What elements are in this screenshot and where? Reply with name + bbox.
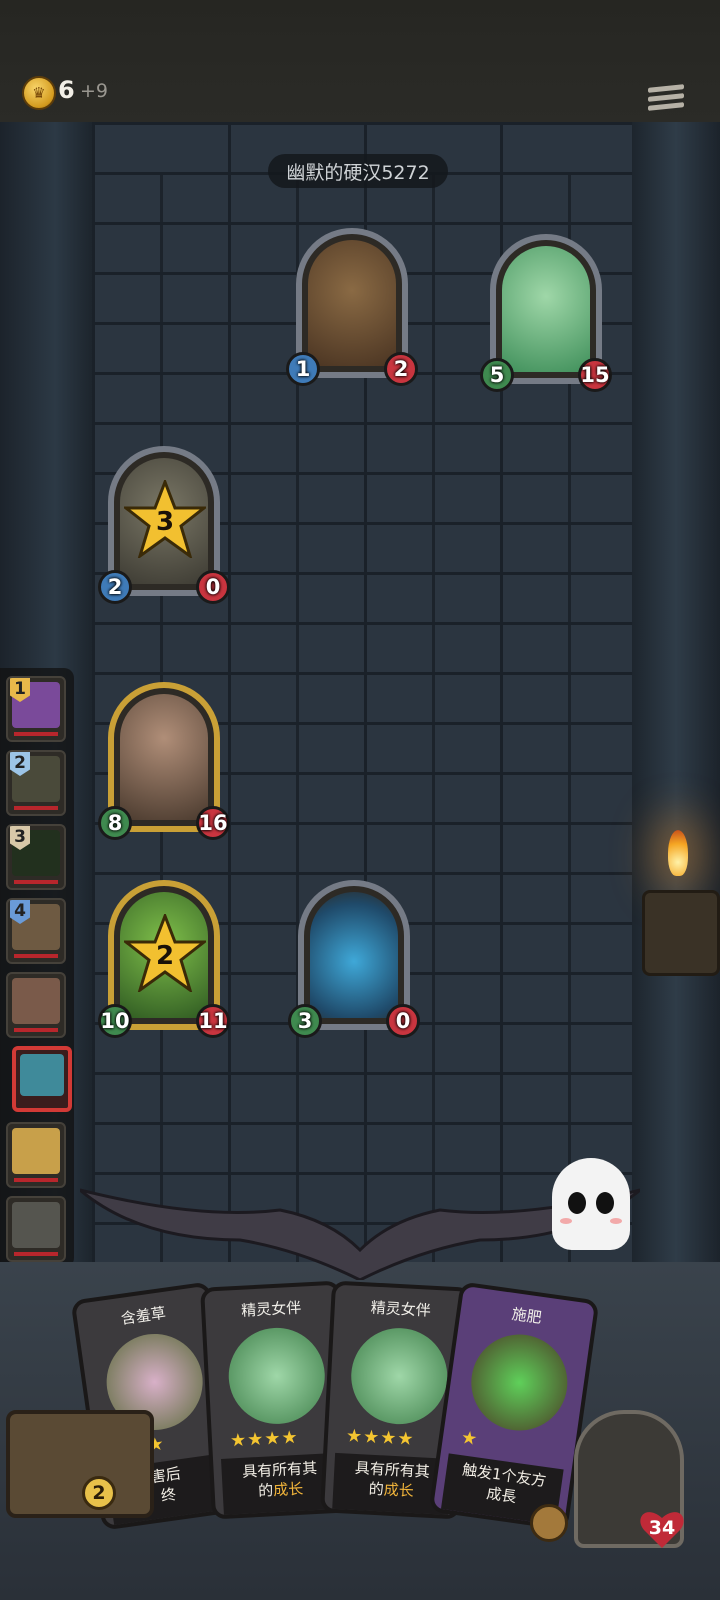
ally-unit-brute[interactable]: 8 16 (98, 682, 230, 840)
top-bar: ♛ 6 +9 (0, 0, 720, 122)
star-level-value: 3 (156, 507, 174, 537)
turn-order-queue: 1 2 3 4 (0, 668, 74, 1268)
queue-portrait-active[interactable] (12, 1046, 72, 1112)
torch-holder (642, 890, 720, 976)
hamburger-menu-icon[interactable] (648, 82, 684, 116)
attack-value: 2 (98, 570, 132, 604)
ghost-helper-icon[interactable] (552, 1158, 630, 1250)
health-value: 16 (196, 806, 230, 840)
hero-ability-icon[interactable] (530, 1504, 568, 1542)
deck-count: 2 (82, 1476, 116, 1510)
health-value: 0 (196, 570, 230, 604)
queue-portrait[interactable]: 3 (6, 824, 66, 890)
card-title: 精灵女伴 (240, 1298, 302, 1320)
gold-income: +9 (80, 80, 109, 102)
ally-unit-stone-golem[interactable]: 3 2 0 (98, 446, 230, 604)
queue-portrait[interactable]: 2 (6, 750, 66, 816)
health-value: 15 (578, 358, 612, 392)
queue-portrait[interactable] (6, 972, 66, 1038)
card-stars: ★★★★ (345, 1425, 416, 1451)
card-stars: ★★★★ (229, 1426, 300, 1452)
card-title: 精灵女伴 (370, 1298, 432, 1320)
card-title: 施肥 (510, 1304, 543, 1327)
queue-portrait[interactable]: 4 (6, 898, 66, 964)
star-level-icon: 2 (124, 914, 206, 992)
opponent-name: 幽默的硬汉5272 (268, 154, 448, 188)
right-pillar (632, 122, 720, 1262)
deck-chest-icon[interactable] (6, 1410, 154, 1518)
ally-unit-blue-flame[interactable]: 3 0 (288, 880, 420, 1038)
enemy-unit-dryad[interactable]: 5 15 (480, 234, 612, 392)
torch-flame-icon (668, 830, 688, 876)
ally-unit-plant[interactable]: 2 10 11 (98, 880, 230, 1038)
attack-value: 5 (480, 358, 514, 392)
star-level-value: 2 (156, 941, 174, 971)
attack-value: 1 (286, 352, 320, 386)
gold-crown-icon: ♛ (22, 76, 56, 110)
queue-portrait[interactable] (6, 1122, 66, 1188)
enemy-unit-totem[interactable]: 1 2 (286, 228, 418, 386)
health-value: 0 (386, 1004, 420, 1038)
attack-value: 3 (288, 1004, 322, 1038)
health-value: 2 (384, 352, 418, 386)
health-value: 11 (196, 1004, 230, 1038)
queue-portrait[interactable] (6, 1196, 66, 1262)
attack-value: 10 (98, 1004, 132, 1038)
queue-portrait[interactable]: 1 (6, 676, 66, 742)
star-level-icon: 3 (124, 480, 206, 558)
card-stars: ★ (459, 1427, 480, 1451)
gold-amount: 6 (58, 76, 75, 104)
card-title: 含羞草 (119, 1303, 167, 1328)
attack-value: 8 (98, 806, 132, 840)
